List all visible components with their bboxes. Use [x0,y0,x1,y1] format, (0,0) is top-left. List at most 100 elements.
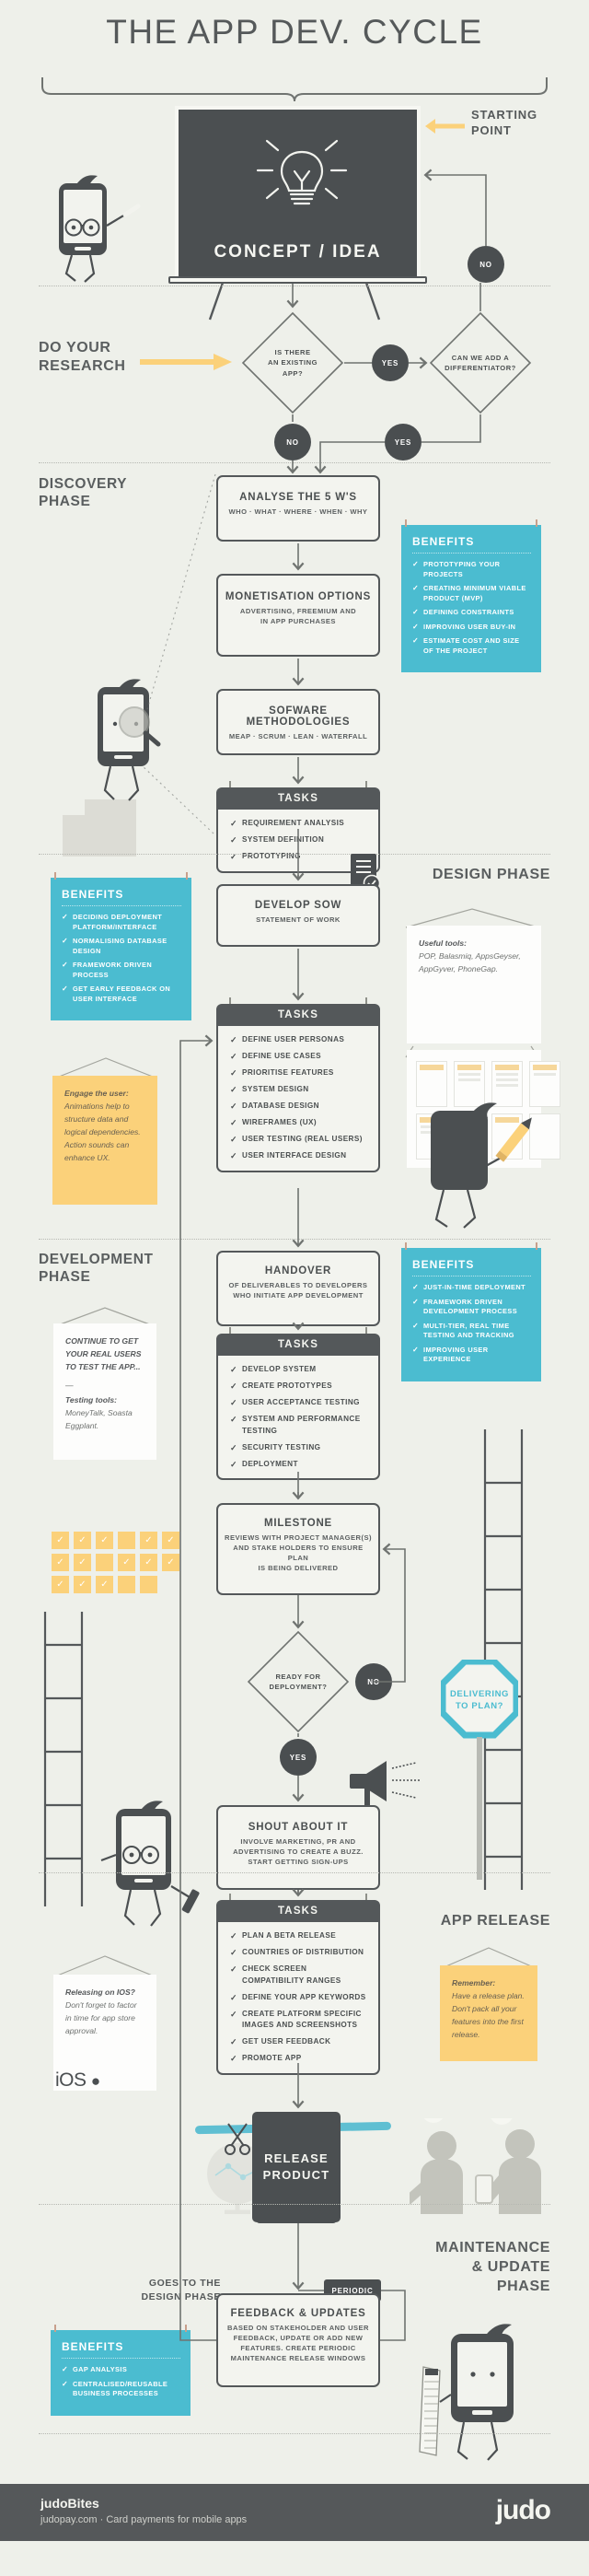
box-subtitle: MEAP · SCRUM · LEAN · WATERFALL [228,732,368,740]
benefit-item: IMPROVING USER EXPERIENCE [412,1346,531,1365]
benefits-divider [412,553,531,554]
pin-icon [405,519,407,527]
checkgrid-cell-empty [118,1576,135,1593]
benefits-discovery: BENEFITS PROTOTYPING YOUR PROJECTS CREAT… [401,519,541,672]
checkgrid-cell-checked: ✓ [52,1554,69,1571]
box-analyse-5ws: ANALYSE THE 5 W'S WHO · WHAT · WHERE · W… [216,475,380,542]
decision-line: IS THERE [274,347,311,356]
starting-point-label: STARTING POINT [471,107,582,138]
phase-label-discovery: DISCOVERY PHASE [39,475,195,510]
tasks-design: TASKS DEFINE USER PERSONAS DEFINE USE CA… [216,997,380,1172]
checkgrid-cell-empty [140,1576,157,1593]
wireframe-cell [416,1061,447,1107]
task-item: PLAN A BETA RELEASE [230,1930,369,1942]
infographic-page: THE APP DEV. CYCLE STARTING POINT CONCEP… [0,0,589,2576]
checkgrid-cell-checked: ✓ [52,1576,69,1593]
tasks-heading: TASKS [216,1334,380,1356]
tasks-release: TASKS PLAN A BETA RELEASE COUNTRIES OF D… [216,1894,380,2075]
tasks-development: TASKS DEVELOP SYSTEM CREATE PROTOTYPES U… [216,1327,380,1480]
pill-yes-deployment: YES [280,1739,317,1776]
decision-line: DEPLOYMENT? [269,1683,328,1691]
note-body: Don't forget to factor in time for app s… [65,2000,137,2035]
note-body: POP, Balasmiq, AppsGeyser, AppGyver, Pho… [419,951,521,973]
box-monetisation: MONETISATION OPTIONS ADVERTISING, FREEMI… [216,574,380,657]
phase-label-development: DEVELOPMENT PHASE [39,1251,214,1286]
section-divider [39,2204,550,2205]
phone-character-todo [419,2324,514,2461]
section-divider [39,1239,550,1240]
pin-icon [186,872,188,880]
task-item: DEFINE USE CASES [230,1051,369,1063]
box-milestone: MILESTONE REVIEWS WITH PROJECT MANAGER(S… [216,1503,380,1595]
goes-to-design-phase-label: GOES TO THE DESIGN PHASE [55,2277,221,2304]
benefits-heading: BENEFITS [62,888,124,901]
judo-logo-text: judo [495,2495,551,2525]
benefit-item: MULTI-TIER, REAL TIME TESTING AND TRACKI… [412,1322,531,1341]
note-body: MoneyTalk, Soasta Eggplant. [65,1408,133,1430]
task-item: REQUIREMENT ANALYSIS [230,818,369,830]
checkgrid-cell-checked: ✓ [140,1554,157,1571]
note-body: Animations help to structure data and lo… [64,1102,141,1162]
box-title: SHOUT ABOUT IT [248,1822,349,1833]
wireframe-cell [529,1061,560,1107]
note-remember-release-plan: Remember: Have a release plan. Don't pac… [440,1965,537,2061]
benefit-item: FRAMEWORK DRIVEN DEVELOPMENT PROCESS [412,1298,531,1317]
checkgrid-row: ✓ ✓ ✓ ✓ ✓ [52,1532,184,1549]
scissors-icon [225,2123,250,2155]
starting-point-arrow-icon [425,119,465,134]
note-body: Have a release plan. Don't pack all your… [452,1991,525,2039]
research-arrow-icon [140,354,232,370]
task-item: SYSTEM DESIGN [230,1084,369,1096]
task-item: PRIORITISE FEATURES [230,1067,369,1079]
benefits-divider [62,905,181,906]
task-item: DATABASE DESIGN [230,1101,369,1113]
box-subtitle: ADVERTISING, FREEMIUM AND IN APP PURCHAS… [239,607,357,625]
box-title: SOFWARE METHODOLOGIES [246,705,351,728]
android-icon: ● [90,2072,100,2090]
ladder-left [43,1612,84,1906]
task-item: USER INTERFACE DESIGN [230,1150,369,1162]
task-item: SECURITY TESTING [230,1442,369,1454]
phase-label-design-text: DESIGN PHASE [432,867,550,882]
tasks-list: DEVELOP SYSTEM CREATE PROTOTYPES USER AC… [216,1356,380,1480]
pin-icon [536,1242,537,1250]
page-title: THE APP DEV. CYCLE [106,13,483,51]
benefits-development: BENEFITS JUST-IN-TIME DEPLOYMENT FRAMEWO… [401,1242,541,1381]
box-subtitle: INVOLVE MARKETING, PR AND ADVERTISING TO… [233,1837,364,1866]
task-item: SYSTEM AND PERFORMANCE TESTING [230,1414,369,1437]
judo-logo[interactable]: judo [495,2495,551,2526]
benefit-item: GET EARLY FEEDBACK ON USER INTERFACE [62,985,181,1004]
task-item: USER TESTING (REAL USERS) [230,1134,369,1146]
checkgrid-cell-checked: ✓ [96,1532,113,1549]
task-item: DEFINE YOUR APP KEYWORDS [230,1992,369,2004]
task-item: DEVELOP SYSTEM [230,1364,369,1376]
task-item: CHECK SCREEN COMPATIBILITY RANGES [230,1964,369,1987]
section-divider [39,2433,550,2434]
stop-sign-line: TO PLAN? [455,1701,504,1711]
box-methodologies: SOFWARE METHODOLOGIES MEAP · SCRUM · LEA… [216,689,380,755]
note-engage-user: Engage the user: Animations help to stru… [52,1076,157,1205]
note-heading: CONTINUE TO GET YOUR REAL USERS TO TEST … [65,1336,142,1371]
benefit-item: ESTIMATE COST AND SIZE OF THE PROJECT [412,636,531,656]
note-heading: Useful tools: [419,938,468,948]
stop-sign-line: DELIVERING [449,1689,510,1699]
box-release-product: RELEASE PRODUCT [252,2112,341,2222]
note-subheading: Testing tools: [65,1395,118,1405]
benefit-item: DECIDING DEPLOYMENT PLATFORM/INTERFACE [62,913,181,932]
megaphone-icon [350,1761,420,1809]
box-handover: HANDOVER OF DELIVERABLES TO DEVELOPERS W… [216,1251,380,1326]
stop-sign-pole [477,1737,482,1880]
box-title: DEVELOP SOW [254,900,342,911]
checkgrid-cell-checked: ✓ [52,1532,69,1549]
section-divider [39,462,550,463]
phase-label-maintenance-text: MAINTENANCE & UPDATE PHASE [435,2240,550,2294]
phase-label-research-text: DO YOUR RESEARCH [39,340,126,374]
box-title: MONETISATION OPTIONS [225,591,372,602]
phase-label-discovery-text: DISCOVERY PHASE [39,476,128,509]
tasks-heading: TASKS [216,1004,380,1026]
benefit-item: PROTOTYPING YOUR PROJECTS [412,560,531,579]
stop-sign-delivering-to-plan: DELIVERING TO PLAN? [439,1658,520,1741]
section-divider [39,1872,550,1873]
tasks-heading: TASKS [216,1900,380,1922]
box-subtitle: BASED ON STAKEHOLDER AND USER FEEDBACK, … [227,2324,369,2362]
